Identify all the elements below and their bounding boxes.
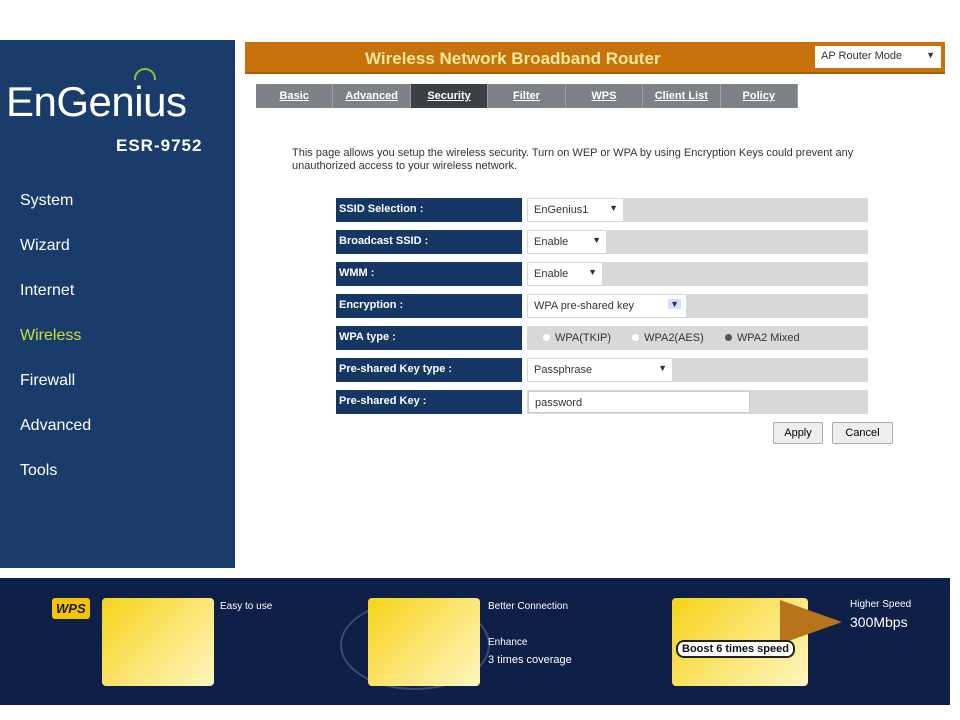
ssid-label: SSID Selection :	[336, 198, 522, 222]
encryption-value: WPA pre-shared key	[534, 300, 635, 312]
security-form: SSID Selection : EnGenius1 ▼ Broadcast SS…	[336, 198, 868, 422]
wmm-label: WMM :	[336, 262, 522, 286]
mode-select[interactable]: AP Router Mode ▼	[815, 46, 941, 68]
ssid-select[interactable]: EnGenius1 ▼	[528, 199, 623, 221]
broadcast-ssid-select[interactable]: Enable ▼	[528, 231, 606, 253]
chevron-down-icon: ▼	[658, 363, 667, 373]
sidebar-item-advanced[interactable]: Advanced	[20, 417, 91, 462]
sidebar-item-wireless[interactable]: Wireless	[20, 327, 91, 372]
boost-label: Boost 6 times speed	[676, 640, 795, 658]
easy-to-use-text: Easy to use	[220, 601, 273, 612]
router-image	[102, 598, 214, 686]
radio-label: WPA2(AES)	[644, 332, 704, 344]
encryption-select[interactable]: WPA pre-shared key ▼	[528, 295, 686, 317]
wmm-select[interactable]: Enable ▼	[528, 263, 602, 285]
router-coverage-image	[368, 598, 480, 686]
apply-button[interactable]: Apply	[773, 422, 823, 444]
tab-advanced[interactable]: Advanced	[333, 84, 411, 108]
chevron-down-icon: ▼	[592, 235, 601, 245]
sidebar: EnGenius ESR-9752 System Wizard Internet…	[0, 40, 235, 568]
psk-label: Pre-shared Key :	[336, 390, 522, 414]
header-bar: Wireless Network Broadband Router AP Rou…	[245, 42, 945, 74]
sidebar-item-wizard[interactable]: Wizard	[20, 237, 91, 282]
chevron-down-icon: ▼	[588, 267, 597, 277]
wpa-type-label: WPA type :	[336, 326, 522, 350]
psk-type-select[interactable]: Passphrase ▼	[528, 359, 672, 381]
page-title: Wireless Network Broadband Router	[365, 49, 661, 68]
psk-value: password	[535, 397, 583, 409]
cancel-button[interactable]: Cancel	[832, 422, 893, 444]
better-connection-text: Better Connection	[488, 601, 569, 612]
radio-wpa-tkip[interactable]: WPA(TKIP)	[543, 332, 611, 344]
broadcast-value: Enable	[534, 236, 569, 248]
model-name: ESR-9752	[116, 136, 203, 155]
chevron-down-icon: ▼	[609, 203, 618, 213]
psk-input[interactable]: password	[528, 391, 750, 413]
sidebar-item-tools[interactable]: Tools	[20, 462, 91, 507]
tab-filter[interactable]: Filter	[488, 84, 566, 108]
tab-client-list[interactable]: Client List	[643, 84, 721, 108]
tab-policy[interactable]: Policy	[721, 84, 798, 108]
arrow-icon	[780, 600, 842, 644]
radio-label: WPA(TKIP)	[555, 332, 612, 344]
sidebar-item-internet[interactable]: Internet	[20, 282, 91, 327]
sidebar-item-firewall[interactable]: Firewall	[20, 372, 91, 417]
psk-type-value: Passphrase	[534, 364, 593, 376]
brand-logo: EnGenius	[6, 78, 187, 125]
tab-basic[interactable]: Basic	[256, 84, 334, 108]
mode-value: AP Router Mode	[821, 50, 903, 62]
chevron-down-icon: ▼	[926, 50, 935, 60]
encryption-label: Encryption :	[336, 294, 522, 318]
tab-security[interactable]: Security	[410, 84, 489, 108]
radio-wpa2-aes[interactable]: WPA2(AES)	[632, 332, 704, 344]
chevron-down-icon: ▼	[668, 299, 681, 309]
tab-bar: Basic Advanced Security Filter WPS Clien…	[256, 84, 798, 108]
higher-speed-text: Higher Speed	[850, 599, 912, 610]
psk-type-label: Pre-shared Key type :	[336, 358, 522, 382]
coverage-text: 3 times coverage	[488, 654, 572, 666]
radio-wpa2-mixed[interactable]: WPA2 Mixed	[724, 332, 800, 344]
wmm-value: Enable	[534, 268, 569, 280]
tab-wps[interactable]: WPS	[566, 84, 644, 108]
ssid-value: EnGenius1	[534, 204, 589, 216]
speed-text: 300Mbps	[850, 614, 908, 630]
feature-banner: WPS Easy to use Better Connection Enhanc…	[0, 578, 950, 705]
wps-logo: WPS	[52, 598, 90, 619]
page-description: This page allows you setup the wireless …	[292, 147, 854, 172]
enhance-text: Enhance	[488, 637, 528, 648]
sidebar-item-system[interactable]: System	[20, 192, 91, 237]
broadcast-ssid-label: Broadcast SSID :	[336, 230, 522, 254]
radio-label: WPA2 Mixed	[736, 332, 800, 344]
